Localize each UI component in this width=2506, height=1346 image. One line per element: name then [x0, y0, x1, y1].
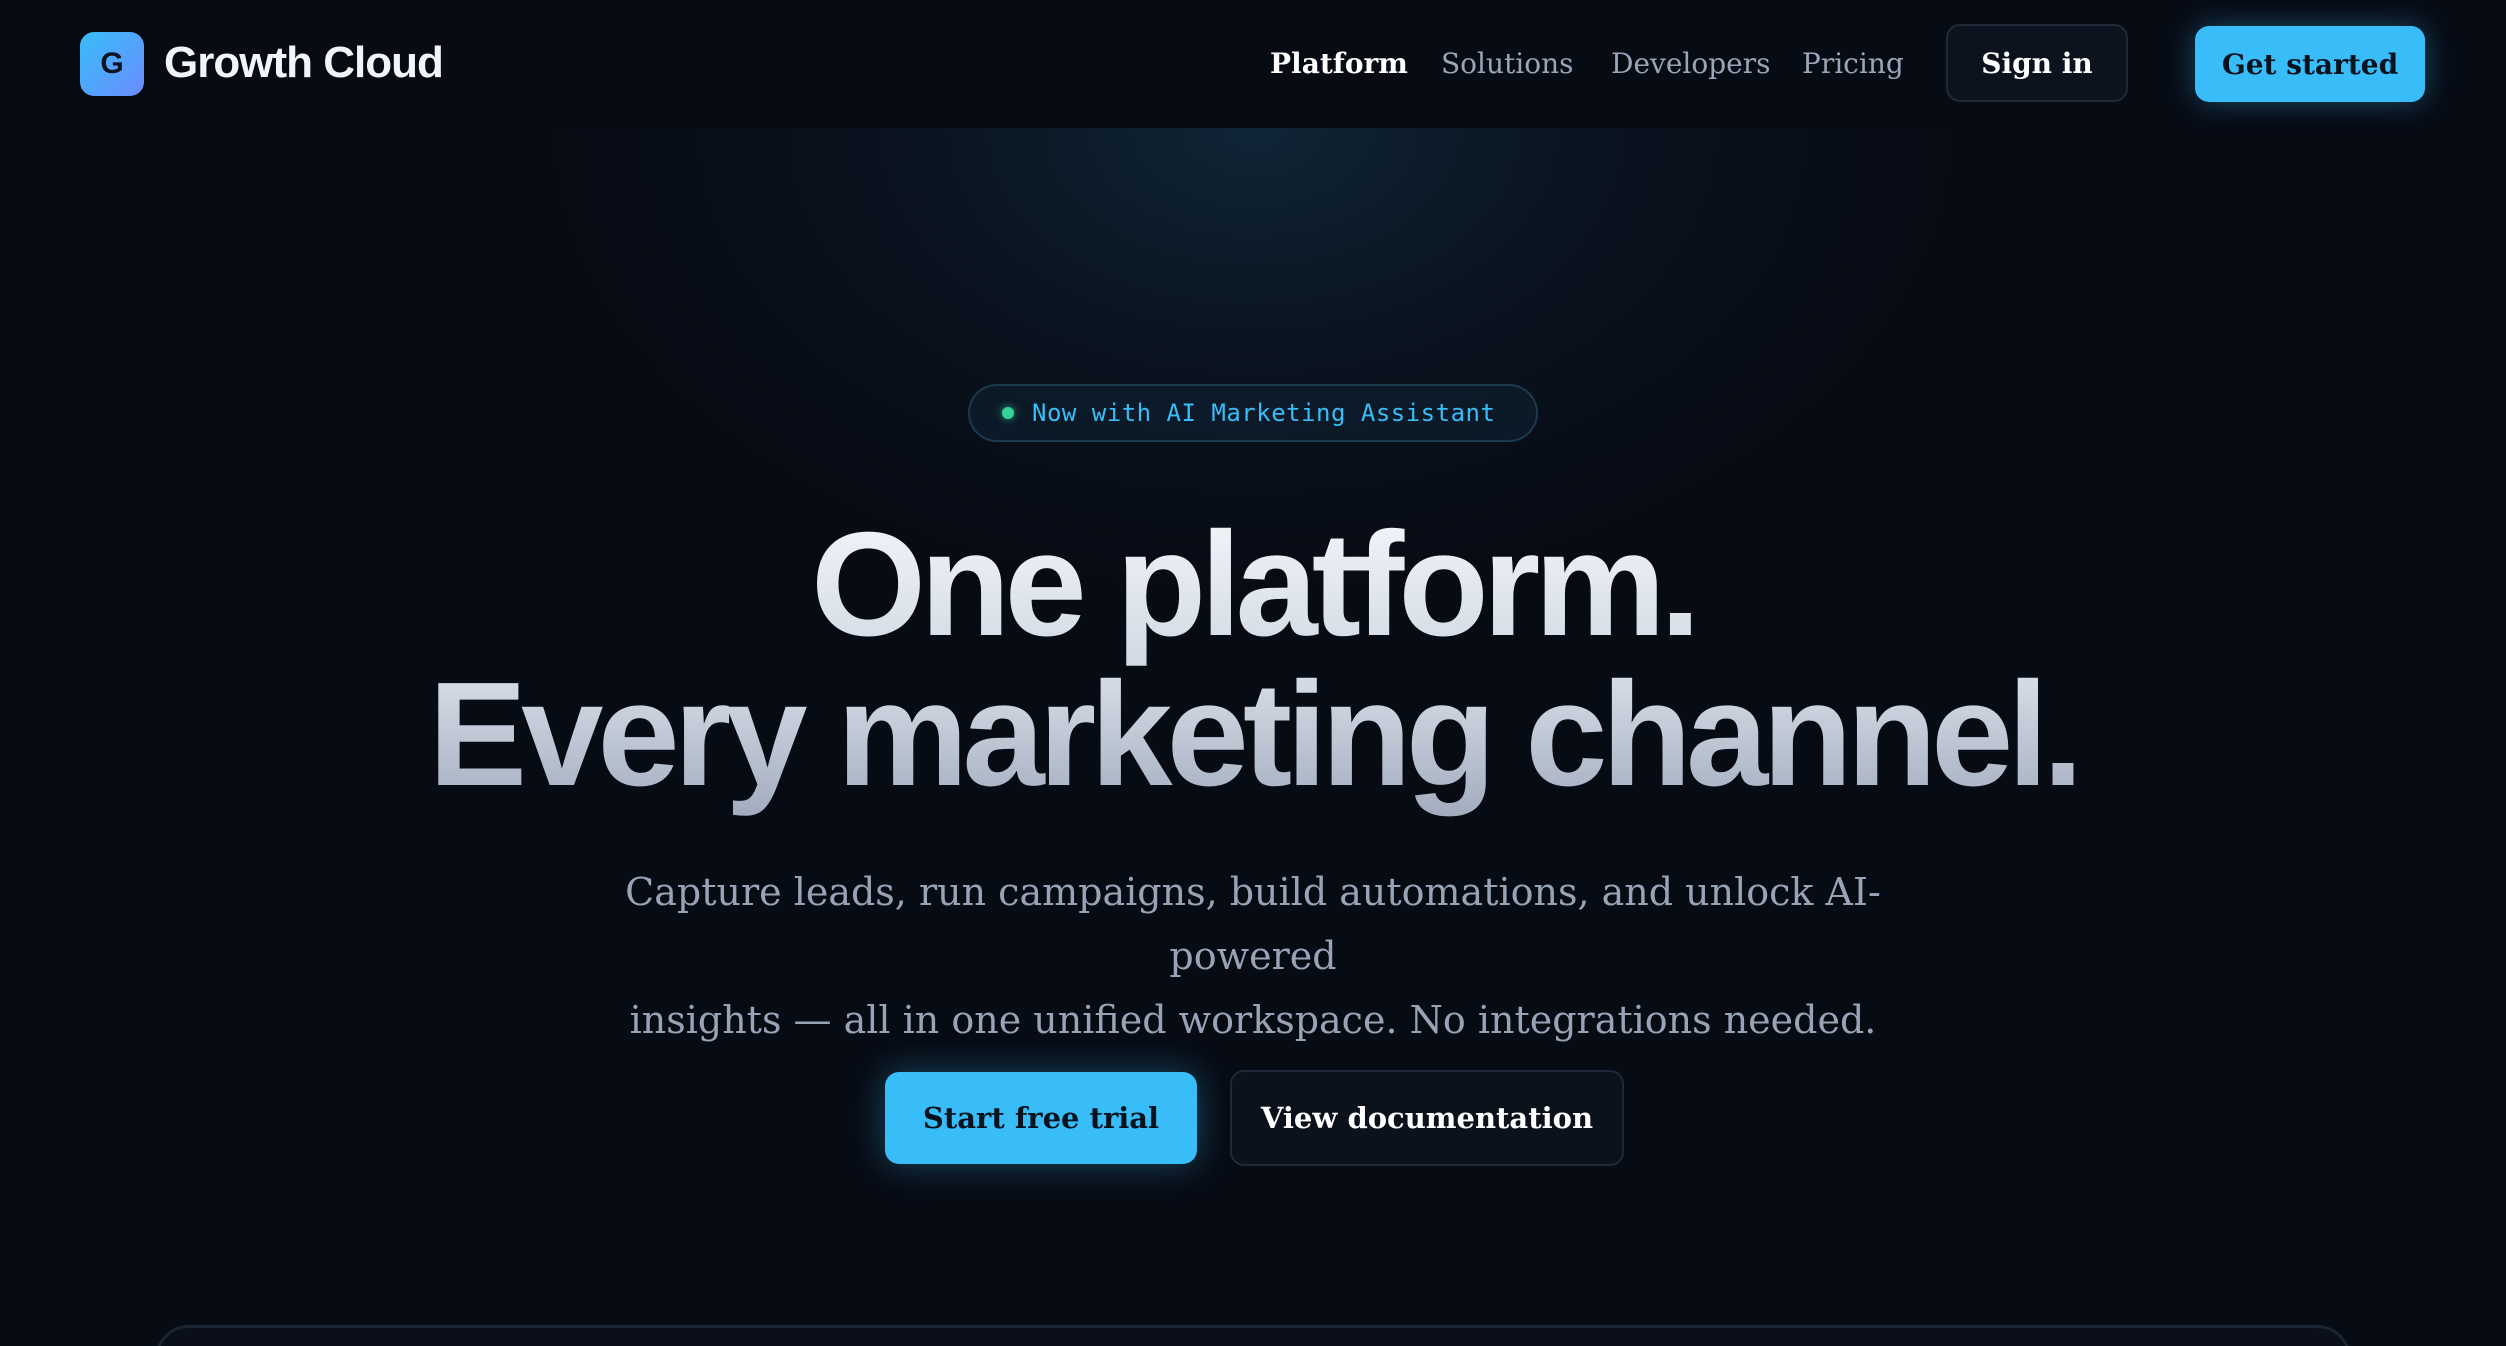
status-dot-icon [1002, 407, 1014, 419]
start-free-trial-button[interactable]: Start free trial [885, 1072, 1197, 1164]
top-navigation-bar: G Growth Cloud Platform Solutions Develo… [0, 0, 2506, 128]
nav-link-pricing[interactable]: Pricing [1802, 44, 1904, 84]
product-preview-panel [155, 1325, 2351, 1346]
nav-link-solutions[interactable]: Solutions [1441, 44, 1574, 84]
headline-text-1: One platform. [810, 502, 1701, 667]
hero-subtitle: Capture leads, run campaigns, build auto… [553, 860, 1953, 1052]
subtitle-line-2: insights — all in one unified workspace.… [629, 998, 1877, 1042]
logo-icon[interactable]: G [80, 32, 144, 96]
get-started-button[interactable]: Get started [2195, 26, 2425, 102]
announcement-badge[interactable]: Now with AI Marketing Assistant [968, 384, 1538, 442]
subtitle-line-1: Capture leads, run campaigns, build auto… [625, 870, 1881, 978]
headline-text-2: Every marketing channel. [428, 652, 2083, 817]
brand-name[interactable]: Growth Cloud [164, 34, 444, 92]
view-documentation-button[interactable]: View documentation [1230, 1070, 1624, 1166]
hero-headline-line-1: One platform. [0, 510, 2506, 660]
sign-in-button[interactable]: Sign in [1946, 24, 2128, 102]
hero-headline-line-2: Every marketing channel. [0, 660, 2506, 810]
nav-link-platform[interactable]: Platform [1270, 44, 1408, 84]
badge-label: Now with AI Marketing Assistant [1032, 399, 1496, 427]
nav-link-developers[interactable]: Developers [1611, 44, 1770, 84]
